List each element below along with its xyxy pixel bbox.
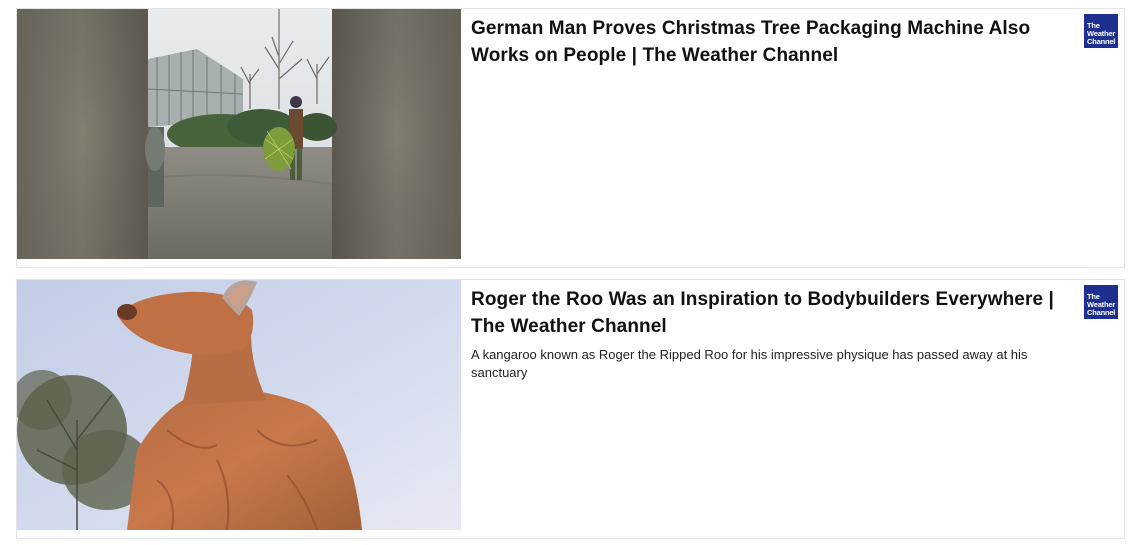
weather-channel-logo-icon: The Weather Channel bbox=[1084, 14, 1118, 48]
article-thumbnail-2[interactable] bbox=[17, 280, 461, 530]
publisher-logo-line: Channel bbox=[1087, 308, 1116, 317]
article-card-1[interactable]: German Man Proves Christmas Tree Packagi… bbox=[16, 8, 1125, 268]
article-summary: A kangaroo known as Roger the Ripped Roo… bbox=[471, 347, 1028, 380]
weather-channel-logo-icon: The Weather Channel bbox=[1084, 285, 1118, 319]
article-headline[interactable]: German Man Proves Christmas Tree Packagi… bbox=[471, 15, 1064, 69]
article-thumbnail-1[interactable] bbox=[17, 9, 461, 259]
publisher-logo-line: Channel bbox=[1087, 37, 1116, 46]
article-content-1: German Man Proves Christmas Tree Packagi… bbox=[471, 15, 1064, 69]
article-card-2[interactable]: Roger the Roo Was an Inspiration to Body… bbox=[16, 279, 1125, 539]
christmas-tree-machine-image bbox=[17, 9, 461, 259]
news-feed: German Man Proves Christmas Tree Packagi… bbox=[0, 0, 1131, 545]
article-content-2: Roger the Roo Was an Inspiration to Body… bbox=[471, 286, 1064, 382]
article-headline[interactable]: Roger the Roo Was an Inspiration to Body… bbox=[471, 286, 1064, 340]
kangaroo-image bbox=[17, 280, 461, 530]
